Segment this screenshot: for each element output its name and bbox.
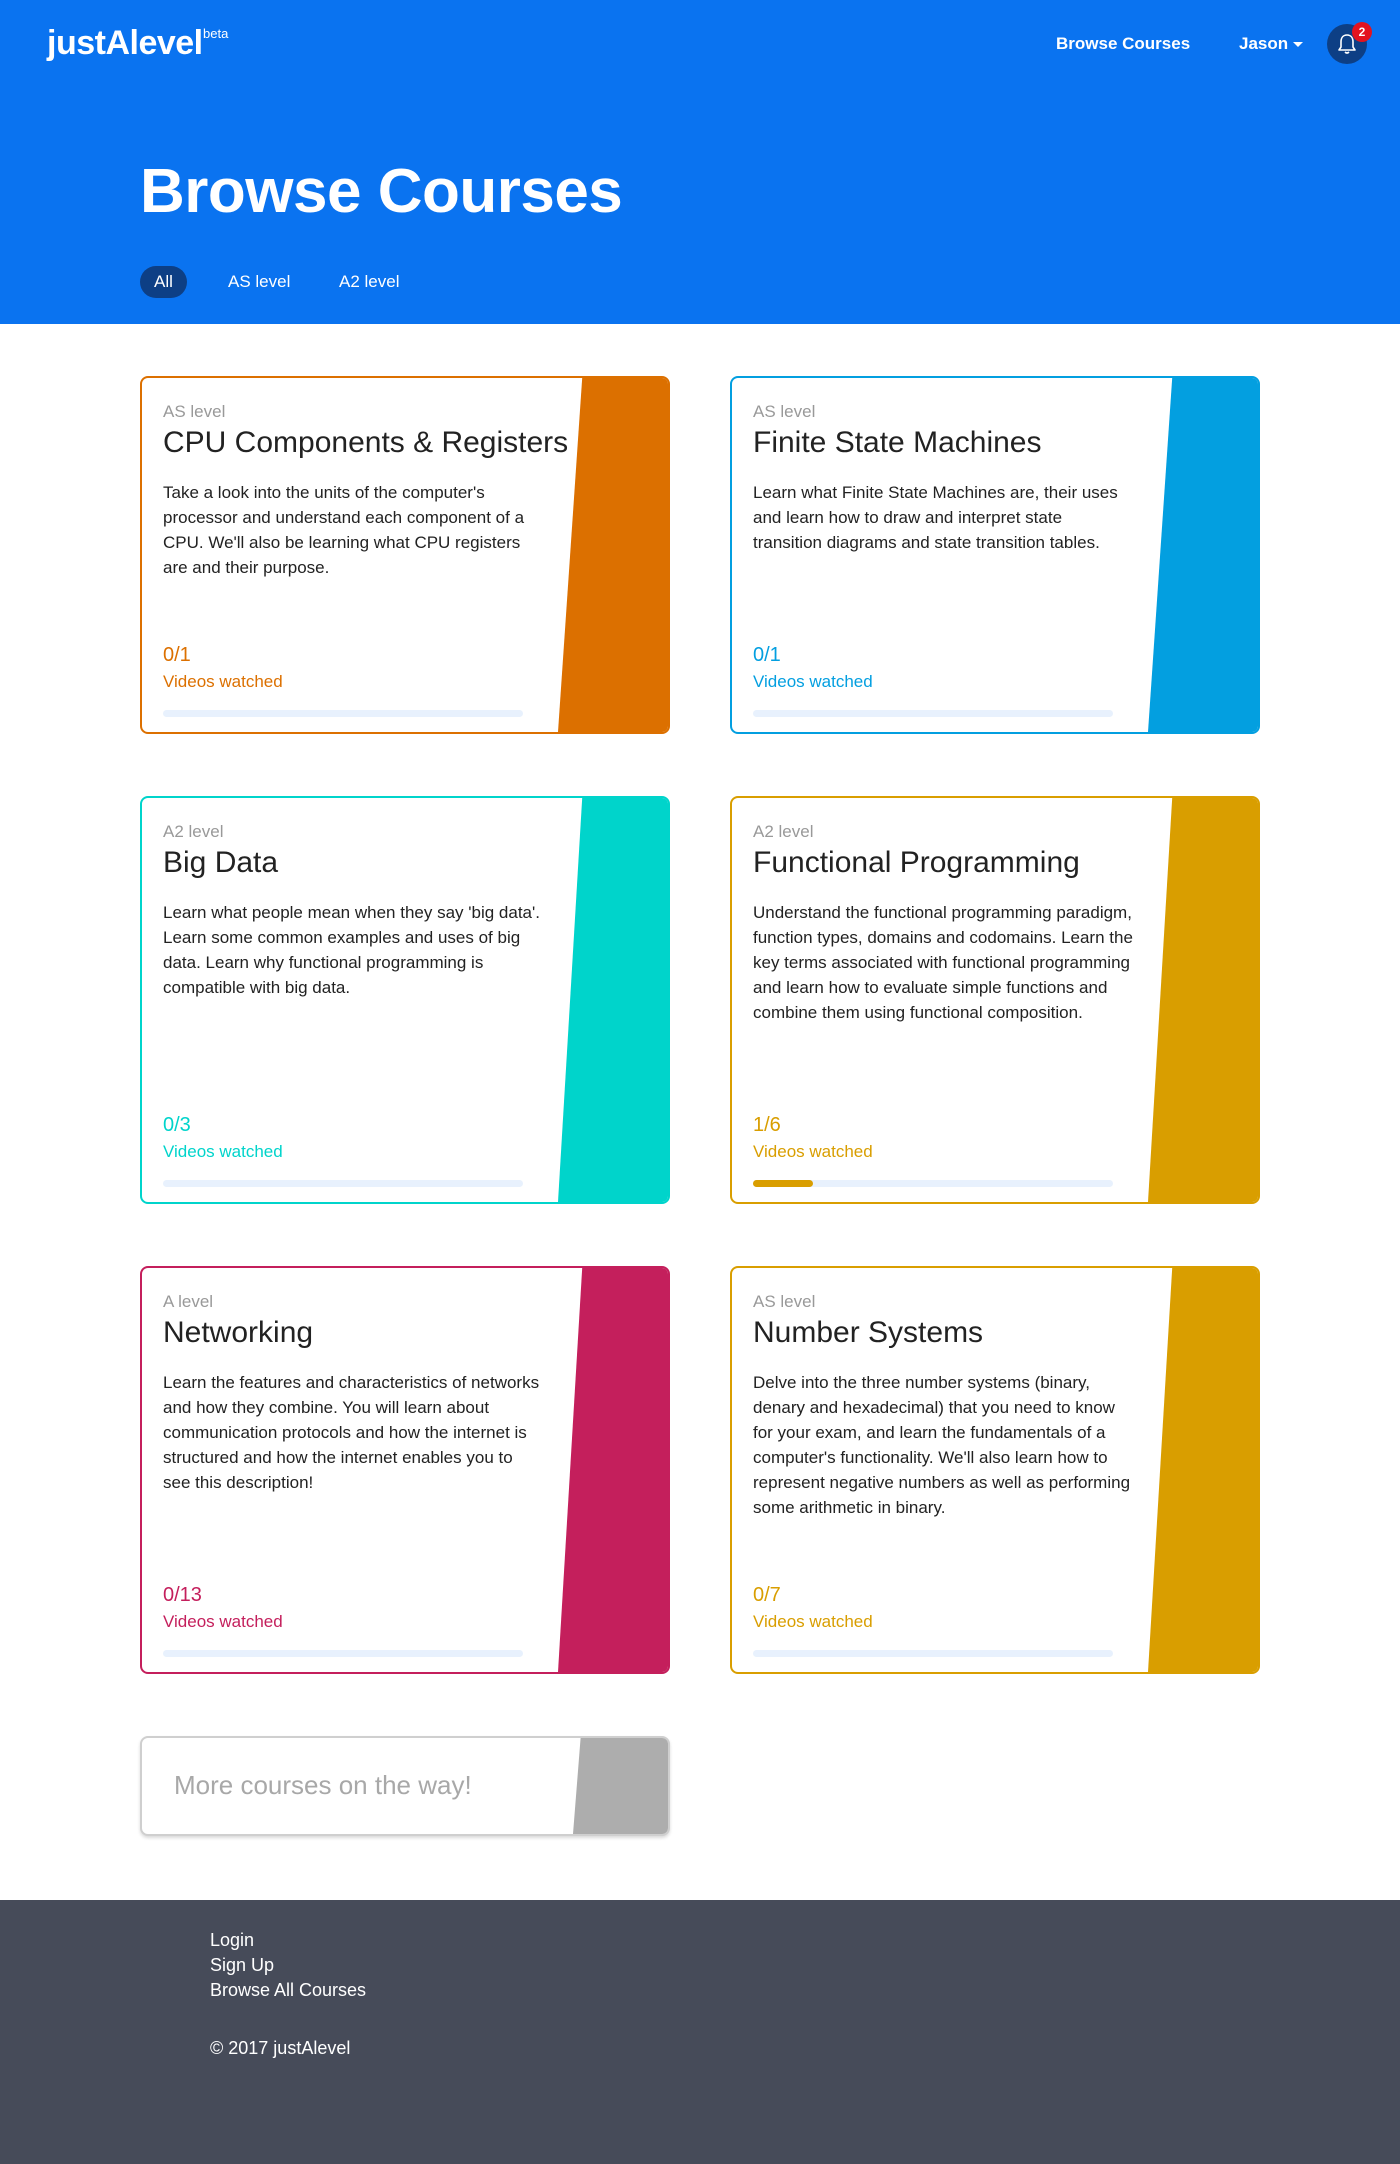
- filter-a2-level[interactable]: A2 level: [325, 266, 413, 298]
- progress-count: 0/7: [753, 1584, 781, 1606]
- course-description: Take a look into the units of the comput…: [163, 483, 525, 577]
- caret-down-icon: [1293, 42, 1304, 48]
- footer-signup-link[interactable]: Sign Up: [210, 1955, 274, 1976]
- videos-watched-label: Videos watched: [163, 1612, 283, 1631]
- card-color-band: [1148, 798, 1258, 1202]
- beta-tag: beta: [203, 26, 229, 41]
- course-description: Learn what Finite State Machines are, th…: [753, 483, 1118, 552]
- course-title: CPU Components & Registers: [163, 426, 569, 459]
- footer-login-link[interactable]: Login: [210, 1930, 254, 1951]
- course-card[interactable]: AS level Number Systems Delve into the t…: [730, 1266, 1260, 1674]
- card-color-band: [573, 1738, 668, 1834]
- course-title: Functional Programming: [753, 846, 1080, 879]
- user-menu[interactable]: Jason: [1239, 34, 1304, 54]
- progress-bar: [163, 1180, 523, 1187]
- logo[interactable]: justAlevel: [47, 24, 203, 63]
- course-description: Learn what people mean when they say 'bi…: [163, 903, 540, 997]
- progress-bar: [163, 710, 523, 717]
- card-color-band: [1148, 378, 1258, 732]
- videos-watched-label: Videos watched: [753, 1142, 873, 1161]
- course-level: A level: [163, 1292, 214, 1311]
- progress-count: 0/1: [753, 644, 781, 666]
- course-title: Finite State Machines: [753, 426, 1042, 459]
- card-color-band: [558, 798, 668, 1202]
- footer-browse-link[interactable]: Browse All Courses: [210, 1980, 366, 2001]
- course-description: Delve into the three number systems (bin…: [753, 1373, 1131, 1517]
- footer: Login Sign Up Browse All Courses: [0, 1900, 1400, 2164]
- course-level: A2 level: [163, 822, 224, 841]
- course-card[interactable]: AS level CPU Components & Registers Take…: [140, 376, 670, 734]
- progress-fill: [753, 1180, 814, 1187]
- progress-bar: [753, 1180, 1113, 1187]
- progress-bar: [753, 1650, 1113, 1657]
- filter-all[interactable]: All: [140, 266, 187, 298]
- course-card[interactable]: A2 level Big Data Learn what people mean…: [140, 796, 670, 1204]
- progress-count: 0/3: [163, 1114, 191, 1136]
- course-level: AS level: [163, 402, 226, 421]
- course-level: AS level: [753, 402, 816, 421]
- course-title: Number Systems: [753, 1316, 984, 1349]
- progress-bar: [753, 710, 1113, 717]
- notification-badge: 2: [1352, 22, 1372, 42]
- card-color-band: [558, 378, 668, 732]
- filter-as-level[interactable]: AS level: [214, 266, 304, 298]
- more-courses-text: More courses on the way!: [174, 1770, 472, 1800]
- card-color-band: [558, 1268, 668, 1672]
- course-card[interactable]: AS level Finite State Machines Learn wha…: [730, 376, 1260, 734]
- course-level: AS level: [753, 1292, 816, 1311]
- nav-browse-courses[interactable]: Browse Courses: [1056, 34, 1190, 54]
- copyright: © 2017 justAlevel: [210, 2038, 351, 2058]
- user-name: Jason: [1239, 34, 1289, 53]
- videos-watched-label: Videos watched: [163, 672, 283, 691]
- progress-count: 0/1: [163, 644, 191, 666]
- progress-count: 0/13: [163, 1584, 202, 1606]
- page-title: Browse Courses: [140, 157, 623, 226]
- progress-bar: [163, 1650, 523, 1657]
- course-level: A2 level: [753, 822, 814, 841]
- course-description: Understand the functional programming pa…: [753, 903, 1133, 1022]
- course-title: Networking: [163, 1316, 314, 1349]
- videos-watched-label: Videos watched: [163, 1142, 283, 1161]
- course-description: Learn the features and characteristics o…: [163, 1373, 540, 1492]
- more-courses-card: More courses on the way!: [140, 1736, 670, 1836]
- course-card[interactable]: A level Networking Learn the features an…: [140, 1266, 670, 1674]
- course-title: Big Data: [163, 846, 279, 879]
- videos-watched-label: Videos watched: [753, 1612, 873, 1631]
- hero-header: justAlevel beta Browse Courses Jason 2 B…: [0, 0, 1400, 324]
- card-color-band: [1148, 1268, 1258, 1672]
- videos-watched-label: Videos watched: [753, 672, 873, 691]
- progress-count: 1/6: [753, 1114, 781, 1136]
- course-card[interactable]: A2 level Functional Programming Understa…: [730, 796, 1260, 1204]
